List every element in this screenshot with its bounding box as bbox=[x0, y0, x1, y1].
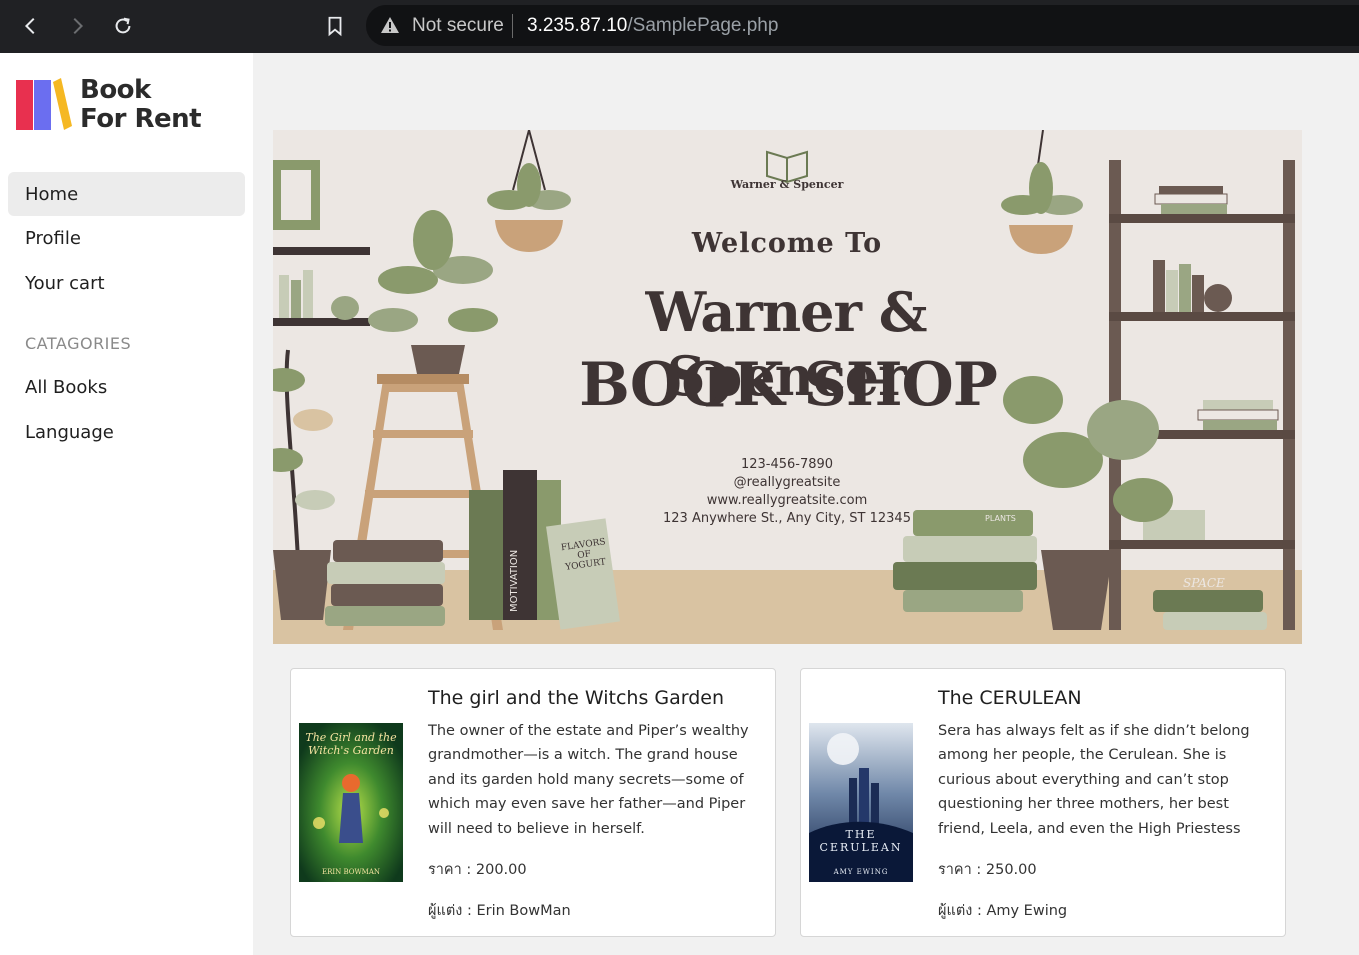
banner-welcome: Welcome To bbox=[691, 228, 883, 259]
sidebar-item-label: Language bbox=[25, 421, 114, 443]
back-button[interactable] bbox=[15, 10, 47, 42]
cover-title: The Girl and the Witch's Garden bbox=[305, 731, 397, 757]
sidebar-item-label: Home bbox=[25, 183, 79, 205]
browser-toolbar: Not secure 3.235.87.10/SamplePage.php bbox=[0, 0, 1359, 53]
forward-arrow-icon bbox=[73, 17, 84, 35]
sidebar-item-all-books[interactable]: All Books bbox=[8, 365, 245, 409]
categories-heading: CATAGORIES bbox=[25, 334, 132, 353]
reload-icon bbox=[115, 17, 131, 34]
book-cover[interactable]: The Girl and the Witch's Garden ERIN BOW… bbox=[299, 723, 403, 882]
security-label[interactable]: Not secure bbox=[412, 15, 504, 37]
book-price: ราคา : 200.00 bbox=[428, 862, 527, 878]
address-bar[interactable]: Not secure 3.235.87.10/SamplePage.php bbox=[366, 5, 1359, 46]
banner-brand: Warner & Spencer bbox=[730, 178, 844, 191]
cover-author: AMY EWING bbox=[833, 868, 889, 876]
logo-text: Book For Rent bbox=[80, 75, 202, 134]
logo-line2: For Rent bbox=[80, 104, 202, 134]
spine-motivation: MOTIVATION bbox=[509, 549, 520, 612]
banner-phone: 123-456-7890 bbox=[740, 457, 834, 472]
shop-banner: Warner & Spencer Welcome To Warner & Spe… bbox=[273, 130, 1302, 644]
book-author: ผู้แต่ง : Amy Ewing bbox=[938, 903, 1068, 919]
sidebar-item-profile[interactable]: Profile bbox=[8, 216, 245, 260]
book-cover-art bbox=[809, 723, 913, 882]
logo[interactable]: Book For Rent bbox=[15, 76, 215, 136]
sidebar-item-label: Profile bbox=[25, 227, 81, 249]
logo-line1: Book bbox=[80, 75, 151, 105]
bookmark-icon bbox=[328, 16, 342, 37]
url-host: 3.235.87.10 bbox=[527, 15, 628, 36]
book-title[interactable]: The CERULEAN bbox=[938, 687, 1082, 709]
forward-button[interactable] bbox=[61, 10, 93, 42]
sidebar-item-language[interactable]: Language bbox=[8, 410, 245, 454]
url-text[interactable]: 3.235.87.10/SamplePage.php bbox=[527, 15, 778, 37]
sidebar-item-label: All Books bbox=[25, 376, 108, 398]
book-author: ผู้แต่ง : Erin BowMan bbox=[428, 903, 571, 919]
warning-icon bbox=[381, 17, 399, 33]
reload-button[interactable] bbox=[107, 10, 139, 42]
book-card[interactable]: THE CERULEAN AMY EWING The CERULEAN Sera… bbox=[800, 668, 1286, 937]
back-arrow-icon bbox=[24, 17, 35, 35]
banner-social: @reallygreatsite bbox=[733, 475, 841, 490]
cover-title: THE CERULEAN bbox=[819, 828, 903, 854]
book-description: The owner of the estate and Piper’s weal… bbox=[428, 723, 749, 837]
url-path: /SamplePage.php bbox=[627, 15, 779, 36]
book-price: ราคา : 250.00 bbox=[938, 862, 1037, 878]
sidebar-item-label: Your cart bbox=[25, 272, 105, 294]
sidebar: Book For Rent Home Profile Your cart CAT… bbox=[0, 53, 253, 955]
spine-space: SPACE bbox=[1183, 576, 1225, 590]
book-card[interactable]: The Girl and the Witch's Garden ERIN BOW… bbox=[290, 668, 776, 937]
banner-address: 123 Anywhere St., Any City, ST 12345 bbox=[663, 511, 911, 526]
book-description: Sera has always felt as if she didn’t be… bbox=[938, 723, 1250, 837]
sidebar-item-home[interactable]: Home bbox=[8, 172, 245, 216]
banner-website: www.reallygreatsite.com bbox=[706, 493, 868, 508]
book-title[interactable]: The girl and the Witchs Garden bbox=[428, 687, 724, 709]
cover-author: ERIN BOWMAN bbox=[321, 868, 381, 876]
sidebar-item-your-cart[interactable]: Your cart bbox=[8, 261, 245, 305]
spine-plants: PLANTS bbox=[985, 514, 1016, 523]
banner-title-line2: BOOK SHOP bbox=[579, 350, 998, 420]
address-separator bbox=[512, 14, 513, 38]
books-logo-icon bbox=[16, 78, 72, 130]
bookmark-button[interactable] bbox=[319, 10, 351, 42]
book-cover[interactable]: THE CERULEAN AMY EWING bbox=[809, 723, 913, 882]
